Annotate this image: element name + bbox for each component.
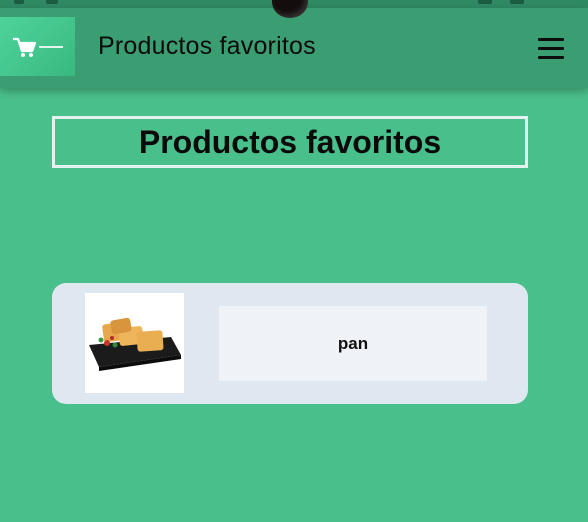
page-title: Productos favoritos: [52, 116, 528, 168]
hamburger-menu-icon: [538, 47, 564, 50]
shopping-cart-icon: [12, 37, 63, 57]
app-logo[interactable]: [0, 17, 75, 76]
hamburger-menu-icon: [538, 56, 564, 59]
status-icon: [510, 0, 524, 4]
status-icon: [478, 0, 492, 4]
menu-button[interactable]: [534, 34, 568, 64]
favorite-product-card[interactable]: pan: [52, 283, 528, 404]
product-image[interactable]: [85, 293, 184, 393]
app-bar: Productos favoritos: [0, 8, 588, 88]
app-bar-title: Productos favoritos: [98, 32, 316, 60]
bread-pastries-image: [89, 317, 181, 371]
status-icon: [14, 0, 24, 4]
product-name[interactable]: pan: [219, 306, 487, 381]
status-icon: [46, 0, 58, 4]
hamburger-menu-icon: [538, 38, 564, 41]
